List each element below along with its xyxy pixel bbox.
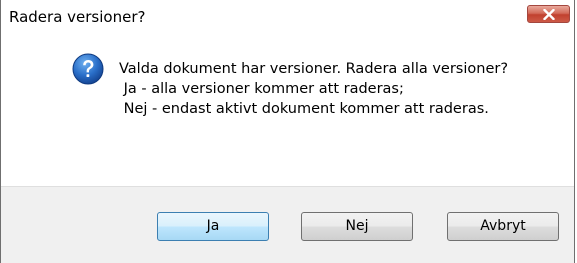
cancel-button[interactable]: Avbryt xyxy=(447,212,559,241)
question-icon xyxy=(72,53,104,85)
yes-button[interactable]: Ja xyxy=(157,212,269,241)
dialog-window: Radera versioner? Valda dokument har ver… xyxy=(0,0,575,263)
title-bar[interactable]: Radera versioner? xyxy=(1,0,574,30)
message-line: Nej - endast aktivt dokument kommer att … xyxy=(119,101,489,117)
message-line: Valda dokument har versioner. Radera all… xyxy=(119,61,509,77)
close-button[interactable] xyxy=(527,5,570,23)
dialog-message: Valda dokument har versioner. Radera all… xyxy=(119,59,508,119)
no-button[interactable]: Nej xyxy=(301,212,413,241)
message-line: Ja - alla versioner kommer att raderas; xyxy=(119,81,404,97)
button-bar: Ja Nej Avbryt xyxy=(1,186,574,263)
close-icon xyxy=(543,9,555,20)
window-title: Radera versioner? xyxy=(9,8,146,26)
